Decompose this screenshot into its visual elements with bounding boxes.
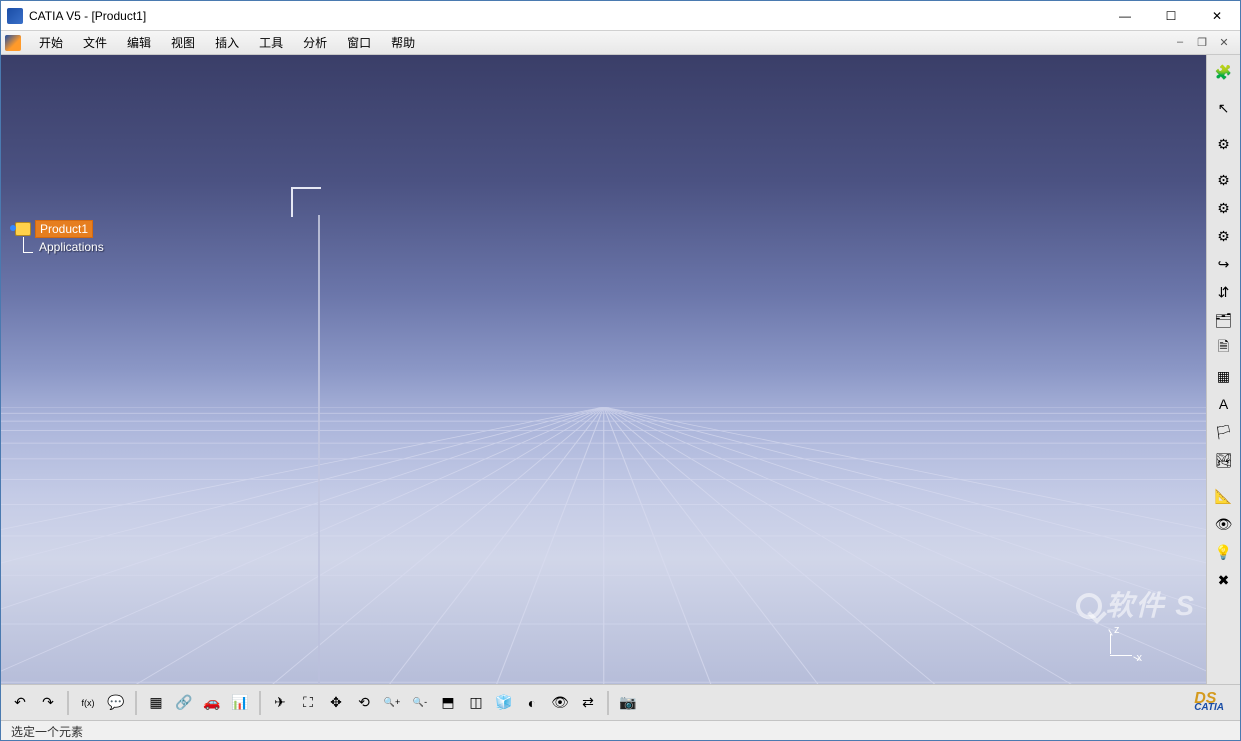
right-toolbar: 🧩↖⚙⚙⚙⚙↪⇵🗂🗎▦A🏳🏞📐👁💡✖: [1206, 55, 1240, 684]
selection-set-icon[interactable]: ▦: [1211, 363, 1237, 389]
viewport-3d[interactable]: Product1 Applications z x 软件 S: [1, 55, 1206, 684]
catalog-icon[interactable]: 🗂: [1211, 307, 1237, 333]
separator: [259, 691, 261, 715]
gear-list-icon[interactable]: ⚙: [1211, 195, 1237, 221]
window-title: CATIA V5 - [Product1]: [29, 9, 146, 23]
doc-minimize-button[interactable]: –: [1172, 36, 1188, 49]
iso-view-icon[interactable]: 🧊: [491, 690, 517, 716]
bottom-toolbar: ↶↷ f(x)💬 ▦🔗🚗📊 ✈⛶✥⟲🔍+🔍-⬒◫🧊◐👁⇄ 📷 DSCATIA: [1, 684, 1240, 720]
status-bar: 选定一个元素: [1, 720, 1240, 740]
redo-icon[interactable]: ↷: [35, 690, 61, 716]
app-icon: [7, 8, 23, 24]
list-icon[interactable]: 📊: [227, 690, 253, 716]
zoom-out-icon[interactable]: 🔍-: [407, 690, 433, 716]
workbench-icon[interactable]: 🧩: [1211, 59, 1237, 85]
bom-icon[interactable]: 🗎: [1211, 335, 1237, 361]
formula-icon[interactable]: f(x): [75, 690, 101, 716]
scene-icon[interactable]: 🏞: [1211, 447, 1237, 473]
separator: [135, 691, 137, 715]
measure-between-icon[interactable]: 📐: [1211, 483, 1237, 509]
select-arrow-icon[interactable]: ↖: [1211, 95, 1237, 121]
separator: [607, 691, 609, 715]
multi-view-icon[interactable]: ◫: [463, 690, 489, 716]
minimize-button[interactable]: —: [1102, 1, 1148, 31]
tree-child-applications[interactable]: Applications: [15, 238, 108, 256]
link-icon[interactable]: 🔗: [171, 690, 197, 716]
select-cursor-gear-icon[interactable]: ⚙: [1211, 131, 1237, 157]
menu-brand-icon: [5, 35, 21, 51]
fly-icon[interactable]: ✈: [267, 690, 293, 716]
light-bulb-icon[interactable]: 💡: [1211, 539, 1237, 565]
app-window: CATIA V5 - [Product1] — ☐ ✕ 开始 文件 编辑 视图 …: [0, 0, 1241, 741]
doc-close-button[interactable]: ✕: [1216, 36, 1232, 49]
maximize-button[interactable]: ☐: [1148, 1, 1194, 31]
titlebar: CATIA V5 - [Product1] — ☐ ✕: [1, 1, 1240, 31]
menu-edit[interactable]: 编辑: [117, 32, 161, 53]
axis-x-label: x: [1137, 652, 1143, 664]
menu-file[interactable]: 文件: [73, 32, 117, 53]
menubar: 开始 文件 编辑 视图 插入 工具 分析 窗口 帮助 – ❐ ✕: [1, 31, 1240, 55]
product-icon: [15, 222, 31, 236]
zoom-in-icon[interactable]: 🔍+: [379, 690, 405, 716]
separator: [67, 691, 69, 715]
fit-all-icon[interactable]: ⛶: [295, 690, 321, 716]
undo-icon[interactable]: ↶: [7, 690, 33, 716]
gear-box-icon[interactable]: ⚙: [1211, 223, 1237, 249]
frame-corner-icon: [291, 187, 321, 217]
swap-visible-icon[interactable]: ⇄: [575, 690, 601, 716]
normal-view-icon[interactable]: ⬒: [435, 690, 461, 716]
ground-grid: [1, 407, 1206, 684]
axis-gizmo: z x: [1100, 626, 1138, 664]
rotate-icon[interactable]: ⟲: [351, 690, 377, 716]
menu-view[interactable]: 视图: [161, 32, 205, 53]
specification-tree[interactable]: Product1 Applications: [15, 220, 108, 256]
doc-restore-button[interactable]: ❐: [1194, 36, 1210, 49]
existing-component-icon[interactable]: ⚙: [1211, 167, 1237, 193]
tree-root-label[interactable]: Product1: [35, 220, 93, 238]
graph-tree-icon[interactable]: ⇵: [1211, 279, 1237, 305]
pan-icon[interactable]: ✥: [323, 690, 349, 716]
tree-root[interactable]: Product1: [15, 220, 108, 238]
vertical-guide: [318, 215, 320, 684]
visibility-icon[interactable]: 👁: [1211, 511, 1237, 537]
close-button[interactable]: ✕: [1194, 1, 1240, 31]
grid-icon[interactable]: ▦: [143, 690, 169, 716]
car-icon[interactable]: 🚗: [199, 690, 225, 716]
hide-show-icon[interactable]: 👁: [547, 690, 573, 716]
no-light-icon[interactable]: ✖: [1211, 567, 1237, 593]
annotation-icon[interactable]: A: [1211, 391, 1237, 417]
flag-note-icon[interactable]: 🏳: [1211, 419, 1237, 445]
menu-start[interactable]: 开始: [29, 32, 73, 53]
menu-analyze[interactable]: 分析: [293, 32, 337, 53]
menu-help[interactable]: 帮助: [381, 32, 425, 53]
menu-tools[interactable]: 工具: [249, 32, 293, 53]
status-text: 选定一个元素: [11, 725, 83, 739]
menu-insert[interactable]: 插入: [205, 32, 249, 53]
speech-icon[interactable]: 💬: [103, 690, 129, 716]
replace-icon[interactable]: ↪: [1211, 251, 1237, 277]
shading-icon[interactable]: ◐: [519, 690, 545, 716]
menu-window[interactable]: 窗口: [337, 32, 381, 53]
axis-z-label: z: [1114, 624, 1120, 636]
catia-logo: DSCATIA: [1194, 694, 1234, 712]
tree-child-label[interactable]: Applications: [35, 239, 108, 255]
camera-icon[interactable]: 📷: [615, 690, 641, 716]
